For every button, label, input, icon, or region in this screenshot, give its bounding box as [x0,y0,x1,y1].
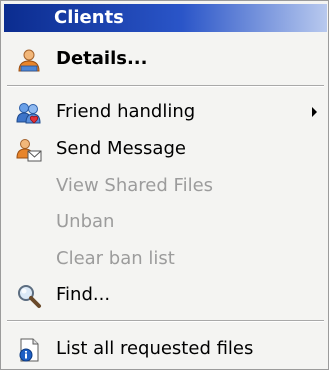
menu-separator [7,85,324,87]
menu-item-label: List all requested files [56,338,254,359]
menu-item-label: View Shared Files [56,175,214,196]
file-info-icon [19,338,39,362]
menu-item-friend-handling[interactable]: Friend handling [4,94,327,130]
menu-item-label: Details... [56,48,148,69]
menu-header: Clients [4,4,327,32]
send-message-icon [16,139,42,162]
menu-item-find[interactable]: Find... [4,277,327,313]
menu-item-label: Unban [56,211,115,232]
client-details-icon [18,49,40,72]
menu-item-send-message[interactable]: Send Message [4,131,327,167]
clients-context-menu: Clients Details... Friend handling Send … [0,0,329,370]
submenu-arrow-icon [312,107,317,117]
menu-item-clear-ban-list[interactable]: Clear ban list [4,241,327,277]
menu-item-list-requested-files[interactable]: List all requested files [4,331,327,367]
menu-separator [7,320,324,322]
menu-item-label: Clear ban list [56,248,175,269]
magnifier-icon [18,285,41,308]
menu-item-label: Send Message [56,138,186,159]
menu-item-view-shared-files[interactable]: View Shared Files [4,168,327,204]
menu-item-label: Friend handling [56,101,196,122]
menu-item-label: Find... [56,284,111,305]
friends-icon [16,103,41,124]
menu-item-unban[interactable]: Unban [4,204,327,240]
menu-item-details[interactable]: Details... [4,41,327,77]
